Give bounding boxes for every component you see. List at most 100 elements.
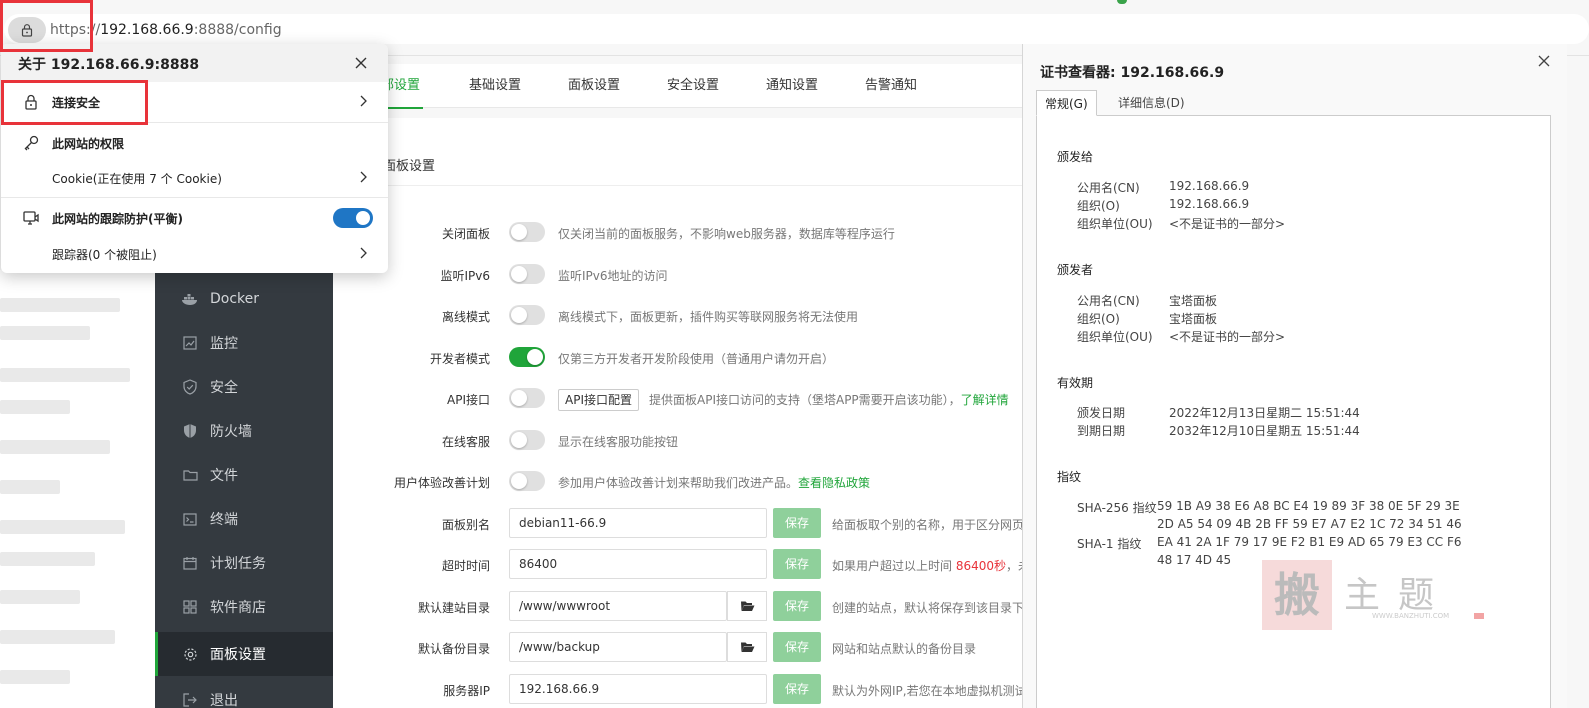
save-button[interactable]: 保存: [773, 508, 821, 538]
privacy-policy-link[interactable]: 查看隐私政策: [798, 476, 870, 490]
cert-field-label: SHA-1 指纹: [1077, 537, 1142, 551]
panel-alias-input[interactable]: debian11-66.9: [509, 508, 767, 538]
folder-icon: [182, 467, 198, 483]
sidebar-item-label: 退出: [210, 693, 238, 708]
firewall-icon: [182, 423, 198, 439]
server-ip-input[interactable]: 192.168.66.9: [509, 674, 767, 704]
cert-field-value: 2022年12月13日星期二 15:51:44: [1169, 406, 1360, 420]
online-service-switch[interactable]: [509, 430, 545, 450]
sidebar-item-monitor[interactable]: 监控: [155, 321, 333, 365]
save-button[interactable]: 保存: [773, 549, 821, 579]
setting-label: 在线客服: [441, 435, 490, 449]
sidebar-item-cron[interactable]: 计划任务: [155, 541, 333, 585]
browse-folder-button[interactable]: [727, 591, 767, 621]
cert-field-label: 组织(O): [1077, 199, 1120, 213]
close-panel-switch[interactable]: [509, 222, 545, 242]
cert-tabs: 常规(G) 详细信息(D): [1036, 90, 1551, 116]
site-dir-input[interactable]: /www/wwwroot: [509, 591, 727, 621]
gear-icon: [182, 646, 198, 662]
site-info-popup: 关于 192.168.66.9:8888 连接安全 此网站的权限 Cookie(…: [1, 44, 388, 273]
backup-dir-input[interactable]: /www/backup: [509, 632, 727, 662]
tracking-prevention-row: 此网站的跟踪防护(平衡): [1, 198, 388, 236]
sidebar-item-label: 计划任务: [210, 556, 266, 572]
popup-title: 关于 192.168.66.9:8888: [18, 57, 200, 73]
close-icon[interactable]: [1536, 53, 1552, 69]
setting-desc: 显示在线客服功能按钮: [558, 435, 679, 449]
ux-plan-switch[interactable]: [509, 471, 545, 491]
issued-by-heading: 颁发者: [1057, 263, 1094, 277]
setting-desc: 网站和站点默认的备份目录: [832, 642, 977, 656]
setting-desc: 仅关闭当前的面板服务，不影响web服务器，数据库等程序运行: [558, 227, 895, 241]
folder-open-icon: [740, 642, 754, 652]
setting-desc: 仅第三方开发者开发阶段使用（普通用户请勿开启）: [558, 352, 835, 366]
sidebar-item-label: 防火墙: [210, 424, 252, 440]
validity-heading: 有效期: [1057, 376, 1094, 390]
close-icon[interactable]: [352, 54, 370, 72]
setting-desc: 创建的站点，默认将保存到该目录下: [832, 601, 1025, 615]
tab-security-settings[interactable]: 安全设置: [667, 64, 719, 108]
api-config-button[interactable]: API接口配置: [558, 389, 639, 411]
tab-details[interactable]: 详细信息(D): [1110, 90, 1193, 116]
setting-desc: 给面板取个别的名称，用于区分网页标题: [832, 518, 1049, 532]
settings-tabs: 部设置 基础设置 面板设置 安全设置 通知设置 告警通知: [333, 64, 1023, 109]
save-button[interactable]: 保存: [773, 591, 821, 621]
sha256-fingerprint: 2D A5 54 09 4B 2B FF 59 E7 A7 E2 1C 72 3…: [1157, 517, 1462, 531]
timeout-input[interactable]: 86400: [509, 549, 767, 579]
tab-general[interactable]: 常规(G): [1036, 90, 1097, 116]
sha256-fingerprint: 59 1B A9 38 E6 A8 BC E4 19 89 3F 38 0E 5…: [1157, 499, 1460, 513]
api-switch[interactable]: [509, 388, 545, 408]
tracking-icon: [23, 211, 39, 225]
sidebar-item-label: 面板设置: [210, 647, 266, 663]
offline-mode-switch[interactable]: [509, 305, 545, 325]
sidebar-item-store[interactable]: 软件商店: [155, 585, 333, 629]
tab-basic-settings[interactable]: 基础设置: [469, 64, 521, 108]
trackers-row[interactable]: 跟踪器(0 个被阻止): [1, 234, 388, 272]
sidebar-item-files[interactable]: 文件: [155, 453, 333, 497]
setting-desc: 提供面板API接口访问的支持（堡塔APP需要开启该功能），了解详情: [649, 393, 1009, 407]
logout-icon: [182, 692, 198, 708]
setting-label: 超时时间: [441, 559, 490, 573]
permissions-row[interactable]: 此网站的权限: [1, 123, 388, 161]
learn-more-link[interactable]: 了解详情: [961, 393, 1009, 407]
shield-check-icon: [182, 379, 198, 395]
highlight-box: [1, 80, 148, 125]
setting-desc: 离线模式下，面板更新，插件购买等联网服务将无法使用: [558, 310, 859, 324]
cert-field-value: 宝塔面板: [1169, 312, 1218, 326]
ipv6-switch[interactable]: [509, 264, 545, 284]
sidebar-item-label: 安全: [210, 380, 238, 396]
developer-mode-switch[interactable]: [509, 347, 545, 367]
tracking-toggle[interactable]: [333, 208, 373, 228]
tab-alarm-notification[interactable]: 告警通知: [865, 64, 917, 108]
setting-label: 服务器IP: [443, 684, 490, 698]
sidebar-item-panel-settings[interactable]: 面板设置: [155, 632, 333, 676]
setting-label: 开发者模式: [429, 352, 490, 366]
tab-notification-settings[interactable]: 通知设置: [766, 64, 818, 108]
divider: [383, 185, 1023, 186]
chevron-right-icon: [360, 95, 367, 107]
setting-label: 默认建站目录: [417, 601, 490, 615]
sidebar: Docker 监控 安全 防火墙 文件 终端 计划任务 软件商店 面板设置 退出: [155, 270, 333, 708]
sidebar-item-docker[interactable]: Docker: [155, 277, 333, 321]
trackers-label: 跟踪器(0 个被阻止): [52, 248, 157, 262]
folder-open-icon: [740, 601, 754, 611]
save-button[interactable]: 保存: [773, 674, 821, 704]
grid-icon: [182, 599, 198, 615]
sidebar-item-firewall[interactable]: 防火墙: [155, 409, 333, 453]
key-icon: [24, 135, 39, 151]
sidebar-item-label: 软件商店: [210, 600, 266, 616]
sidebar-item-logout[interactable]: 退出: [155, 678, 333, 708]
watermark-text: 主题: [1344, 575, 1453, 616]
sidebar-item-terminal[interactable]: 终端: [155, 497, 333, 541]
cert-field-label: 到期日期: [1077, 424, 1126, 438]
cert-field-label: 组织(O): [1077, 312, 1120, 326]
cert-field-value: 2032年12月10日星期五 15:51:44: [1169, 424, 1360, 438]
sidebar-item-security[interactable]: 安全: [155, 365, 333, 409]
tab-panel-settings[interactable]: 面板设置: [568, 64, 620, 108]
terminal-icon: [182, 511, 198, 527]
monitor-icon: [182, 335, 198, 351]
cookies-row[interactable]: Cookie(正在使用 7 个 Cookie): [1, 158, 388, 196]
save-button[interactable]: 保存: [773, 632, 821, 662]
sha1-fingerprint: EA 41 2A 1F 79 17 9E F2 B1 E9 AD 65 79 E…: [1157, 535, 1462, 549]
browse-folder-button[interactable]: [727, 632, 767, 662]
cert-field-value: 192.168.66.9: [1169, 179, 1250, 193]
